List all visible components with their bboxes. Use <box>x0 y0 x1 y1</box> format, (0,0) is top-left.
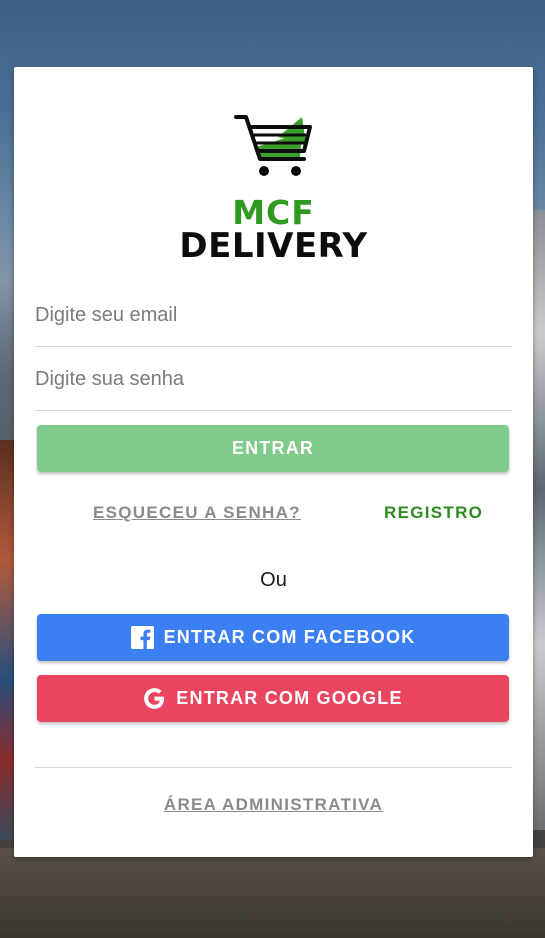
login-button-label: ENTRAR <box>231 438 315 458</box>
google-login-button[interactable]: ENTRAR COM GOOGLE <box>37 675 509 722</box>
login-card: MCF DELIVERY ENTRAR ESQUECEU A SENHA? RE… <box>14 67 533 857</box>
password-field[interactable] <box>35 351 512 411</box>
email-field[interactable] <box>35 287 512 347</box>
app-logo: MCF DELIVERY <box>14 113 533 263</box>
facebook-login-button[interactable]: ENTRAR COM FACEBOOK <box>37 614 509 661</box>
background-container-right <box>533 210 545 830</box>
google-icon <box>143 687 166 710</box>
forgot-password-link[interactable]: ESQUECEU A SENHA? <box>93 503 301 523</box>
password-input[interactable] <box>35 368 512 391</box>
admin-area-link[interactable]: ÁREA ADMINISTRATIVA <box>14 795 533 815</box>
shopping-cart-icon <box>233 115 312 176</box>
logo-text-mcf: MCF <box>232 193 315 232</box>
login-button[interactable]: ENTRAR <box>37 425 509 472</box>
or-separator: Ou <box>260 569 287 591</box>
background-container-left <box>0 440 14 840</box>
logo-text-delivery: DELIVERY <box>179 226 368 266</box>
facebook-login-label: ENTRAR COM FACEBOOK <box>163 627 416 647</box>
background-ground <box>0 848 545 938</box>
section-divider <box>35 767 512 768</box>
facebook-icon <box>130 626 154 649</box>
register-link[interactable]: REGISTRO <box>384 503 483 523</box>
email-input[interactable] <box>35 304 512 327</box>
google-login-label: ENTRAR COM GOOGLE <box>176 688 403 708</box>
